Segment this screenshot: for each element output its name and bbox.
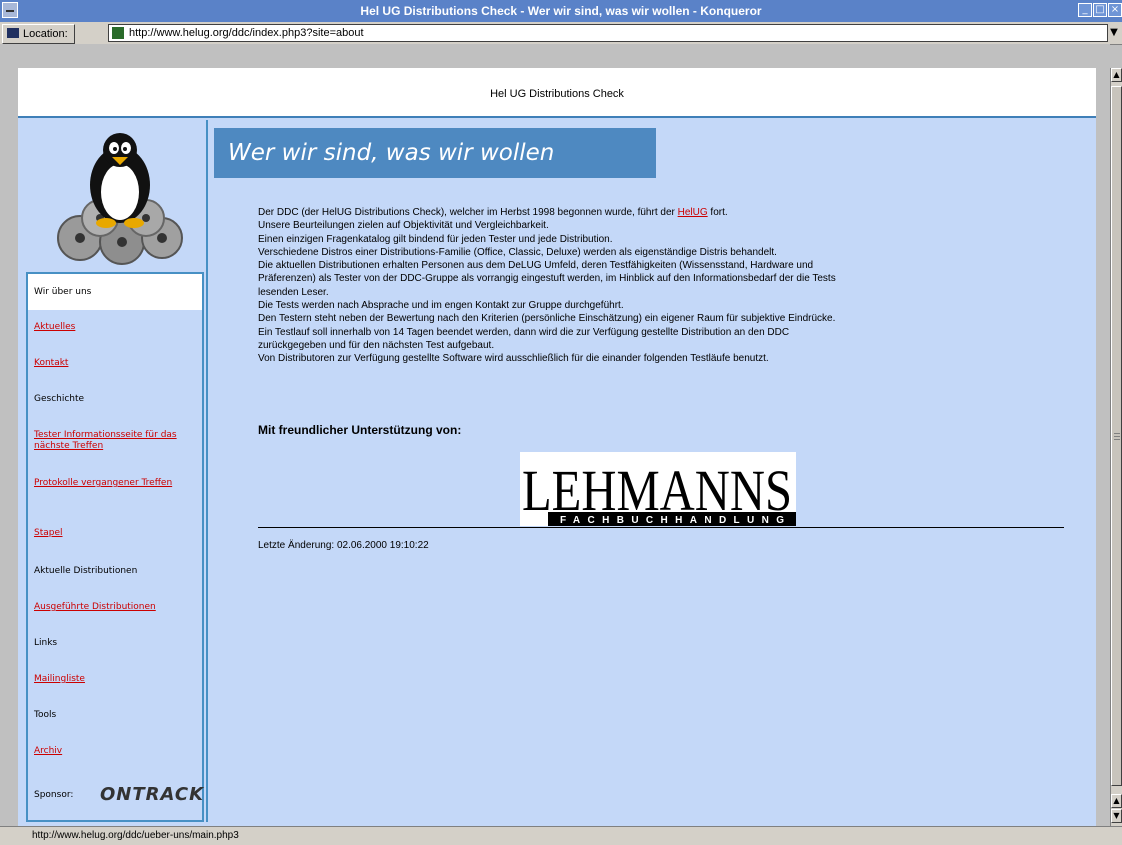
- sponsor-label: Sponsor:: [34, 790, 74, 800]
- window-titlebar[interactable]: Hel UG Distributions Check - Wer wir sin…: [0, 0, 1122, 22]
- nav-item-protokolle[interactable]: Protokolle vergangener Treffen: [34, 478, 194, 489]
- text-line: Einen einzigen Fragenkatalog gilt binden…: [258, 233, 613, 245]
- nav-item-kontakt[interactable]: Kontakt: [34, 358, 194, 369]
- text-line: Die Tests werden nach Absprache und im e…: [258, 300, 624, 312]
- intro-text: Der DDC (der HelUG Distributions Check),…: [258, 206, 1058, 366]
- location-toolbar: Location: http://www.helug.org/ddc/index…: [0, 22, 1122, 45]
- nav-item-aktuelle-distributionen: Aktuelle Distributionen: [34, 566, 138, 576]
- scroll-down-button[interactable]: ▼: [1111, 809, 1122, 823]
- text-line: Unsere Beurteilungen zielen auf Objektiv…: [258, 220, 549, 232]
- text-line: Verschiedene Distros einer Distributions…: [258, 246, 777, 258]
- vertical-divider: [206, 120, 208, 822]
- grip-line: [1114, 433, 1120, 434]
- tux-penguin-logo: [57, 133, 183, 265]
- nav-item-aktuelles[interactable]: Aktuelles: [34, 322, 194, 333]
- text-line-0-suffix: fort.: [707, 207, 728, 218]
- grip-line: [1114, 436, 1120, 437]
- frame-border-top: [18, 44, 1110, 68]
- frame-border-left: [0, 44, 18, 826]
- status-bar: http://www.helug.org/ddc/ueber-uns/main.…: [0, 826, 1122, 845]
- nav-item-links: Links: [34, 638, 58, 648]
- text-line: Den Testern steht neben der Bewertung na…: [258, 313, 836, 325]
- nav-item-tools: Tools: [34, 710, 57, 720]
- lehmanns-sponsor-logo[interactable]: LEHMANNS FACHBUCHHANDLUNG: [520, 452, 796, 526]
- status-text: http://www.helug.org/ddc/ueber-uns/main.…: [32, 830, 239, 841]
- text-line: zurückgegeben und für den nächsten Test …: [258, 339, 495, 351]
- helug-link[interactable]: HelUG: [678, 207, 708, 218]
- scroll-up-button[interactable]: ▲: [1111, 68, 1122, 82]
- text-line: Ein Testlauf soll innerhalb von 14 Tagen…: [258, 326, 790, 338]
- last-change-date: Letzte Änderung: 02.06.2000 19:10:22: [258, 540, 429, 551]
- page-header-title: Hel UG Distributions Check: [490, 88, 624, 100]
- scrollbar-thumb[interactable]: [1111, 86, 1122, 786]
- page-heading: Wer wir sind, was wir wollen: [228, 140, 555, 166]
- nav-item-geschichte: Geschichte: [34, 394, 85, 404]
- text-line: Von Distributoren zur Verfügung gestellt…: [258, 353, 769, 365]
- text-line: Präferenzen) als Tester von der DDC-Grup…: [258, 273, 836, 285]
- close-button[interactable]: ×: [1108, 3, 1122, 17]
- location-label: Location:: [23, 28, 68, 40]
- url-input[interactable]: http://www.helug.org/ddc/index.php3?site…: [108, 24, 1108, 42]
- page-icon: [112, 27, 124, 39]
- text-line: Der DDC (der HelUG Distributions Check),…: [258, 206, 1058, 219]
- minimize-button[interactable]: _: [1078, 3, 1092, 17]
- url-text: http://www.helug.org/ddc/index.php3?site…: [129, 27, 364, 39]
- nav-item-active[interactable]: Wir über uns: [28, 274, 202, 310]
- support-heading: Mit freundlicher Unterstützung von:: [258, 423, 462, 437]
- vertical-scrollbar[interactable]: ▲ ▲ ▼: [1110, 68, 1122, 826]
- window-title: Hel UG Distributions Check - Wer wir sin…: [360, 4, 762, 18]
- horizontal-rule: [258, 527, 1064, 528]
- text-line: Die aktuellen Distributionen erhalten Pe…: [258, 260, 814, 272]
- nav-item-archiv[interactable]: Archiv: [34, 746, 194, 757]
- location-label-button[interactable]: Location:: [2, 24, 75, 44]
- ontrack-sponsor-logo[interactable]: ONTRACK: [100, 784, 204, 805]
- page-header: Hel UG Distributions Check: [18, 68, 1096, 118]
- maximize-button[interactable]: □: [1093, 3, 1107, 17]
- nav-item-tester-info[interactable]: Tester Informationsseite für das nächste…: [34, 430, 194, 452]
- page-heading-banner: Wer wir sind, was wir wollen: [214, 128, 656, 178]
- location-icon: [7, 28, 19, 38]
- nav-item-stapel[interactable]: Stapel: [34, 528, 194, 539]
- nav-item-mailingliste[interactable]: Mailingliste: [34, 674, 194, 685]
- page-viewport: Hel UG Distributions Check Wir über uns …: [18, 68, 1096, 826]
- scroll-up-button-bottom[interactable]: ▲: [1111, 794, 1122, 808]
- nav-item-ausgefuehrte-distributionen[interactable]: Ausgeführte Distributionen: [34, 602, 194, 613]
- sidebar: Wir über uns Aktuelles Kontakt Geschicht…: [26, 120, 204, 822]
- grip-line: [1114, 439, 1120, 440]
- text-line: lesenden Leser.: [258, 286, 329, 298]
- text-line-0: Der DDC (der HelUG Distributions Check),…: [258, 207, 678, 218]
- url-dropdown-icon[interactable]: ▼: [1108, 24, 1120, 42]
- nav-menu: Wir über uns Aktuelles Kontakt Geschicht…: [26, 272, 204, 822]
